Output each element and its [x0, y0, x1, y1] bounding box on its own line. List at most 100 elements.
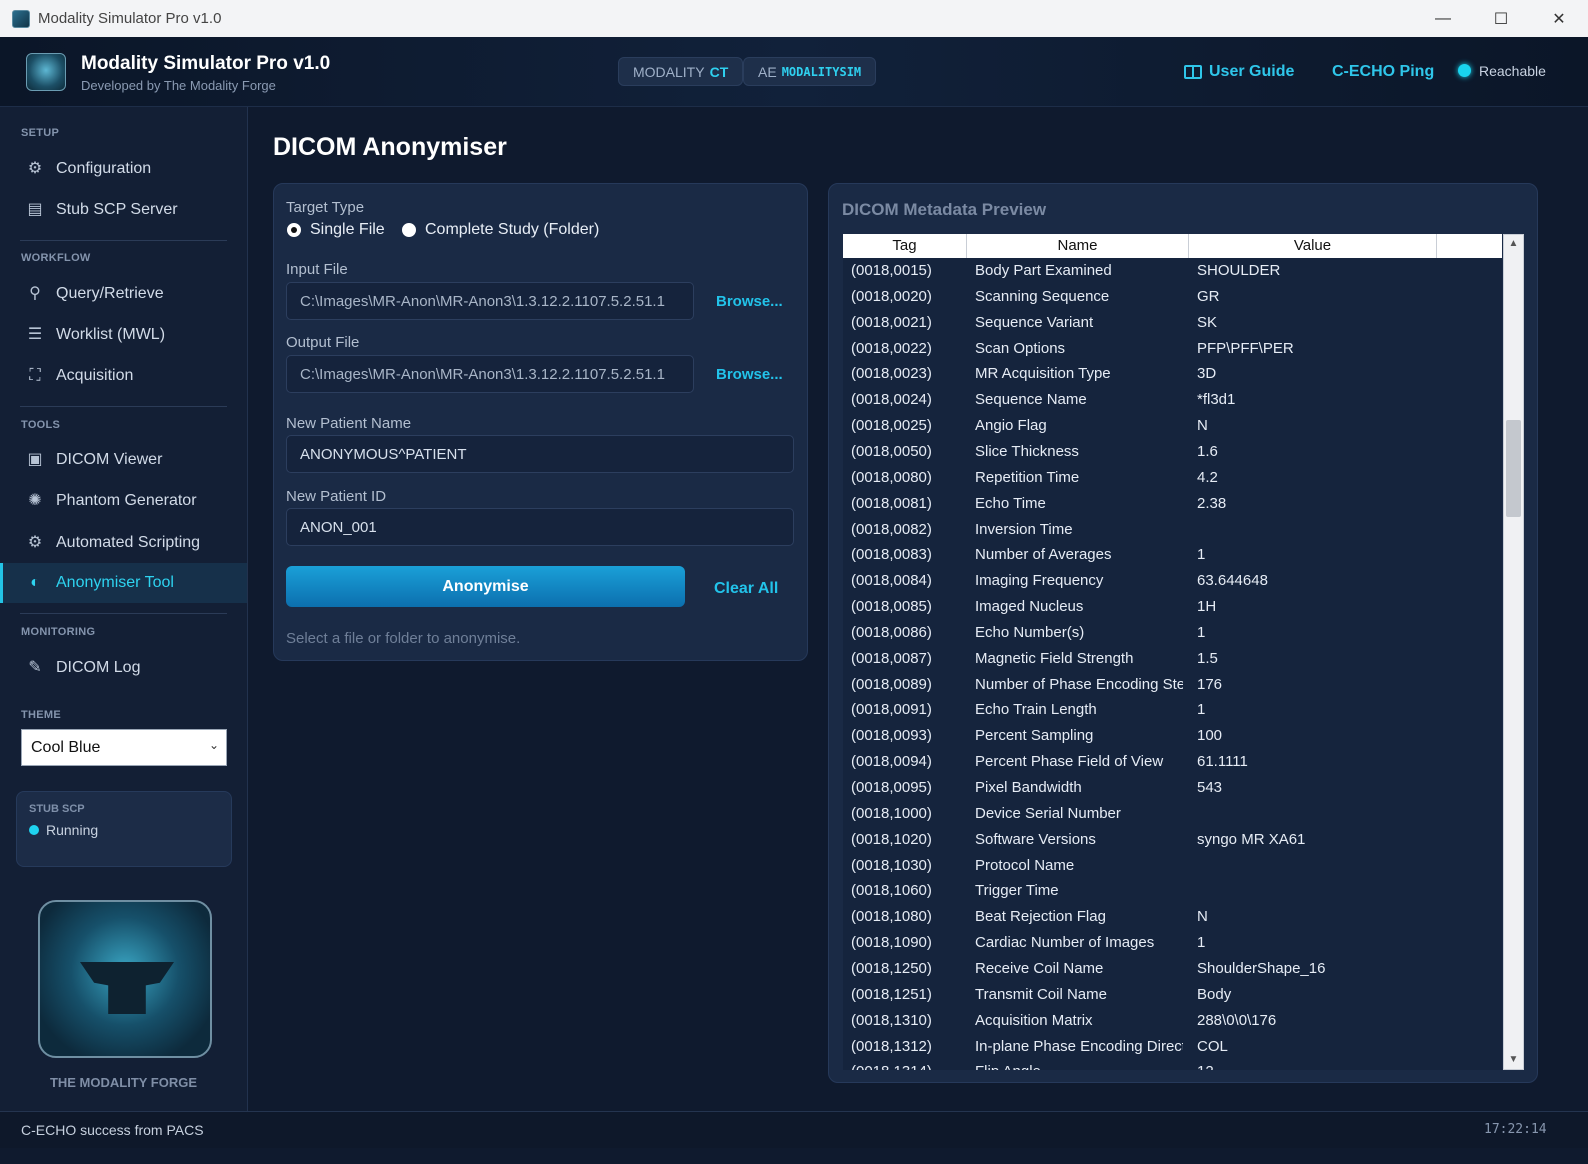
- sidebar-item-query-retrieve[interactable]: ⚲ Query/Retrieve: [0, 274, 247, 314]
- table-row[interactable]: (0018,1314) Flip Angle 12: [843, 1059, 1502, 1070]
- sidebar-item-stub-scp-server[interactable]: ▤ Stub SCP Server: [0, 190, 247, 230]
- cell-name: Slice Thickness: [975, 442, 1079, 460]
- table-row[interactable]: (0018,0095) Pixel Bandwidth 543: [843, 775, 1502, 801]
- clear-all-button[interactable]: Clear All: [714, 580, 778, 598]
- metadata-table[interactable]: Tag Name Value (0018,0015) Body Part Exam…: [843, 234, 1502, 1070]
- table-row[interactable]: (0018,0087) Magnetic Field Strength 1.5: [843, 646, 1502, 672]
- table-row[interactable]: (0018,0094) Percent Phase Field of View 61…: [843, 749, 1502, 775]
- column-header-tag[interactable]: Tag: [843, 234, 967, 258]
- cell-value: 3D: [1197, 365, 1217, 383]
- table-row[interactable]: (0018,0086) Echo Number(s) 1: [843, 620, 1502, 646]
- table-scrollbar[interactable]: ▲ ▼: [1503, 234, 1524, 1070]
- cell-tag: (0018,1020): [851, 830, 932, 848]
- window-titlebar: Modality Simulator Pro v1.0 — ☐ ✕: [0, 0, 1588, 37]
- output-file-label: Output File: [286, 334, 360, 351]
- patient-name-input[interactable]: ANONYMOUS^PATIENT: [286, 435, 794, 473]
- output-file-field[interactable]: C:\Images\MR-Anon\MR-Anon3\1.3.12.2.1107…: [286, 355, 694, 393]
- maximize-button[interactable]: ☐: [1472, 0, 1530, 37]
- anonymise-button[interactable]: Anonymise: [286, 566, 685, 607]
- cell-name: Sequence Name: [975, 391, 1087, 409]
- sidebar-item-anonymiser-tool[interactable]: ◐ Anonymiser Tool: [0, 563, 247, 603]
- cell-name: Pixel Bandwidth: [975, 779, 1082, 796]
- cell-value: 543: [1197, 779, 1223, 796]
- app-header: Modality Simulator Pro v1.0 Developed by…: [0, 37, 1588, 107]
- sidebar-item-dicom-viewer[interactable]: ▣ DICOM Viewer: [0, 440, 247, 480]
- table-row[interactable]: (0018,0050) Slice Thickness 1.6: [843, 439, 1502, 465]
- table-row[interactable]: (0018,0022) Scan Options PFP\PFF\PER: [843, 336, 1502, 362]
- table-row[interactable]: (0018,1000) Device Serial Number: [843, 801, 1502, 827]
- cell-name: In-plane Phase Encoding Directi: [975, 1037, 1183, 1055]
- table-row[interactable]: (0018,0091) Echo Train Length 1: [843, 697, 1502, 723]
- cell-tag: (0018,0094): [851, 753, 932, 771]
- cell-tag: (0018,0082): [851, 520, 932, 538]
- close-button[interactable]: ✕: [1530, 0, 1588, 37]
- table-row[interactable]: (0018,1312) In-plane Phase Encoding Direc…: [843, 1034, 1502, 1060]
- table-row[interactable]: (0018,1030) Protocol Name: [843, 853, 1502, 879]
- minimize-button[interactable]: —: [1414, 0, 1472, 37]
- table-row[interactable]: (0018,0024) Sequence Name *fl3d1: [843, 387, 1502, 413]
- cell-name: Scanning Sequence: [975, 287, 1110, 305]
- table-row[interactable]: (0018,1090) Cardiac Number of Images 1: [843, 930, 1502, 956]
- cell-tag: (0018,1000): [851, 804, 932, 822]
- cell-value: GR: [1197, 287, 1220, 305]
- sidebar-item-configuration[interactable]: ⚙ Configuration: [0, 149, 247, 189]
- table-row[interactable]: (0018,1310) Acquisition Matrix 288\0\0\176: [843, 1008, 1502, 1034]
- table-row[interactable]: (0018,0023) MR Acquisition Type 3D: [843, 361, 1502, 387]
- patient-name-label: New Patient Name: [286, 415, 412, 432]
- scroll-up-icon[interactable]: ▲: [1504, 235, 1523, 253]
- browse-input-button[interactable]: Browse...: [716, 293, 783, 310]
- cell-value: SK: [1197, 313, 1218, 331]
- input-file-field[interactable]: C:\Images\MR-Anon\MR-Anon3\1.3.12.2.1107…: [286, 282, 694, 320]
- sidebar-item-automated-scripting[interactable]: ⚙ Automated Scripting: [0, 523, 247, 563]
- table-row[interactable]: (0018,1060) Trigger Time: [843, 878, 1502, 904]
- app-title: Modality Simulator Pro v1.0: [81, 53, 331, 74]
- cecho-ping-button[interactable]: C-ECHO Ping: [1332, 63, 1434, 81]
- cell-tag: (0018,0089): [851, 675, 932, 693]
- scroll-down-icon[interactable]: ▼: [1504, 1051, 1523, 1069]
- cell-value: 1: [1197, 623, 1206, 641]
- table-row[interactable]: (0018,0015) Body Part Examined SHOULDER: [843, 258, 1502, 284]
- table-row[interactable]: (0018,0085) Imaged Nucleus 1H: [843, 594, 1502, 620]
- stub-scp-label: STUB SCP: [29, 803, 85, 815]
- radio-single-file[interactable]: Single File: [287, 221, 385, 239]
- table-row[interactable]: (0018,0025) Angio Flag N: [843, 413, 1502, 439]
- table-row[interactable]: (0018,0084) Imaging Frequency 63.644648: [843, 568, 1502, 594]
- table-row[interactable]: (0018,1020) Software Versions syngo MR XA6…: [843, 827, 1502, 853]
- table-row[interactable]: (0018,0020) Scanning Sequence GR: [843, 284, 1502, 310]
- cell-tag: (0018,0025): [851, 417, 932, 435]
- cell-name: Scan Options: [975, 339, 1066, 357]
- list-icon: ☰: [27, 326, 43, 343]
- section-setup: SETUP: [21, 127, 60, 139]
- table-row[interactable]: (0018,1080) Beat Rejection Flag N: [843, 904, 1502, 930]
- browse-output-button[interactable]: Browse...: [716, 366, 783, 383]
- column-header-name[interactable]: Name: [967, 234, 1189, 258]
- table-row[interactable]: (0018,1250) Receive Coil Name ShoulderShap…: [843, 956, 1502, 982]
- table-row[interactable]: (0018,0082) Inversion Time: [843, 517, 1502, 543]
- chevron-down-icon: ⌄: [208, 738, 219, 752]
- sidebar-item-acquisition[interactable]: ⛶ Acquisition: [0, 356, 247, 396]
- scrollbar-thumb[interactable]: [1506, 420, 1521, 517]
- section-theme: THEME: [21, 709, 61, 721]
- theme-select[interactable]: Cool Blue ⌄: [21, 729, 227, 766]
- table-row[interactable]: (0018,0080) Repetition Time 4.2: [843, 465, 1502, 491]
- table-row[interactable]: (0018,0083) Number of Averages 1: [843, 542, 1502, 568]
- table-row[interactable]: (0018,0081) Echo Time 2.38: [843, 491, 1502, 517]
- sidebar-item-label: Query/Retrieve: [56, 285, 164, 302]
- patient-id-input[interactable]: ANON_001: [286, 508, 794, 546]
- radio-complete-study[interactable]: Complete Study (Folder): [402, 221, 599, 239]
- table-row[interactable]: (0018,0021) Sequence Variant SK: [843, 310, 1502, 336]
- table-row[interactable]: (0018,0089) Number of Phase Encoding Step…: [843, 672, 1502, 698]
- user-guide-link[interactable]: User Guide: [1184, 63, 1294, 81]
- sidebar-item-phantom-generator[interactable]: ✺ Phantom Generator: [0, 481, 247, 521]
- sidebar-item-dicom-log[interactable]: ✎ DICOM Log: [0, 648, 247, 688]
- table-row[interactable]: (0018,1251) Transmit Coil Name Body: [843, 982, 1502, 1008]
- shield-icon: ◐: [30, 574, 40, 591]
- column-header-value[interactable]: Value: [1189, 234, 1437, 258]
- table-row[interactable]: (0018,0093) Percent Sampling 100: [843, 723, 1502, 749]
- cell-value: 61.1111: [1197, 753, 1248, 771]
- sidebar-item-worklist[interactable]: ☰ Worklist (MWL): [0, 315, 247, 355]
- cell-name: Protocol Name: [975, 856, 1075, 874]
- cell-tag: (0018,0024): [851, 391, 932, 409]
- phantom-icon: ✺: [28, 492, 42, 509]
- cell-name: Body Part Examined: [975, 262, 1112, 279]
